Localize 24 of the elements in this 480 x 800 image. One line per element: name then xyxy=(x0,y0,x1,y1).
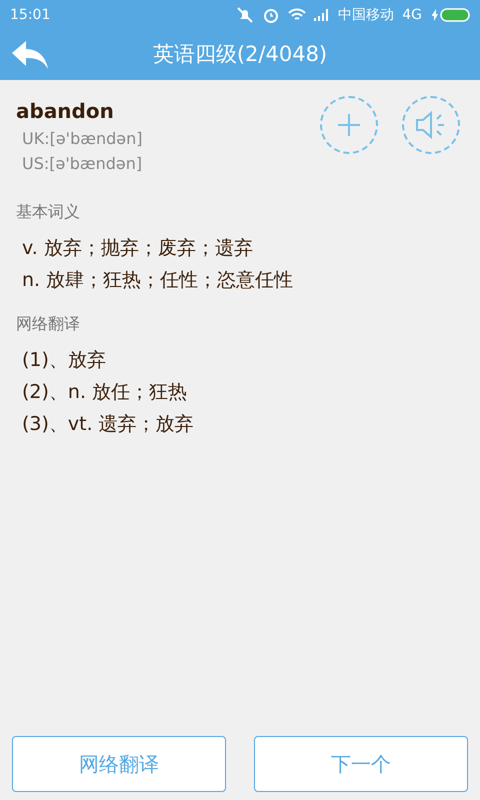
phonetic-text: US:[ə'bændən] xyxy=(22,153,142,175)
definition-text: v. 放弃；抛弃；废弃；遗弃 xyxy=(22,236,254,261)
alarm-icon xyxy=(262,6,280,24)
battery-icon xyxy=(430,8,470,22)
next-button[interactable]: 下一个 xyxy=(254,736,468,792)
screen-title: 英语四级(2/4048) xyxy=(152,41,328,68)
plus-icon xyxy=(336,112,362,138)
bell-off-icon xyxy=(236,6,254,24)
speaker-button[interactable] xyxy=(402,96,460,154)
section-heading: 网络翻译 xyxy=(16,313,81,335)
add-button[interactable] xyxy=(320,96,378,154)
network-type: 4G xyxy=(402,6,422,24)
wifi-icon xyxy=(288,8,306,22)
status-time: 15:01 xyxy=(10,6,50,24)
translate-button[interactable]: 网络翻译 xyxy=(12,736,226,792)
definition-text: n. 放肆；狂热；任性；恣意任性 xyxy=(22,268,294,293)
definition-text: (1)、放弃 xyxy=(22,348,107,373)
section-heading: 基本词义 xyxy=(16,201,81,223)
word-title: abandon xyxy=(16,98,115,125)
definition-text: (2)、n. 放任；狂热 xyxy=(22,380,188,405)
definition-text: (3)、vt. 遗弃；放弃 xyxy=(22,412,195,437)
carrier-name: 中国移动 xyxy=(338,6,394,24)
phonetic-text: UK:[ə'bændən] xyxy=(22,128,142,150)
signal-icon xyxy=(314,9,330,21)
